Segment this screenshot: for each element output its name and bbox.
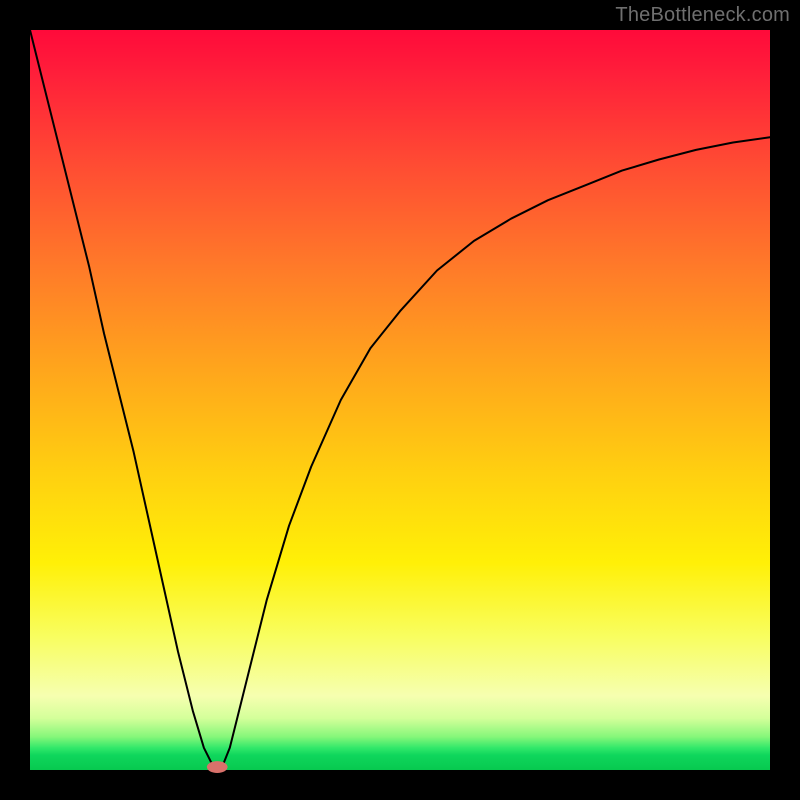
plot-area	[30, 30, 770, 770]
chart-frame: TheBottleneck.com	[0, 0, 800, 800]
watermark-text: TheBottleneck.com	[615, 4, 790, 27]
bottleneck-curve	[30, 30, 770, 770]
curve-svg	[30, 30, 770, 770]
minimum-marker	[207, 761, 228, 773]
